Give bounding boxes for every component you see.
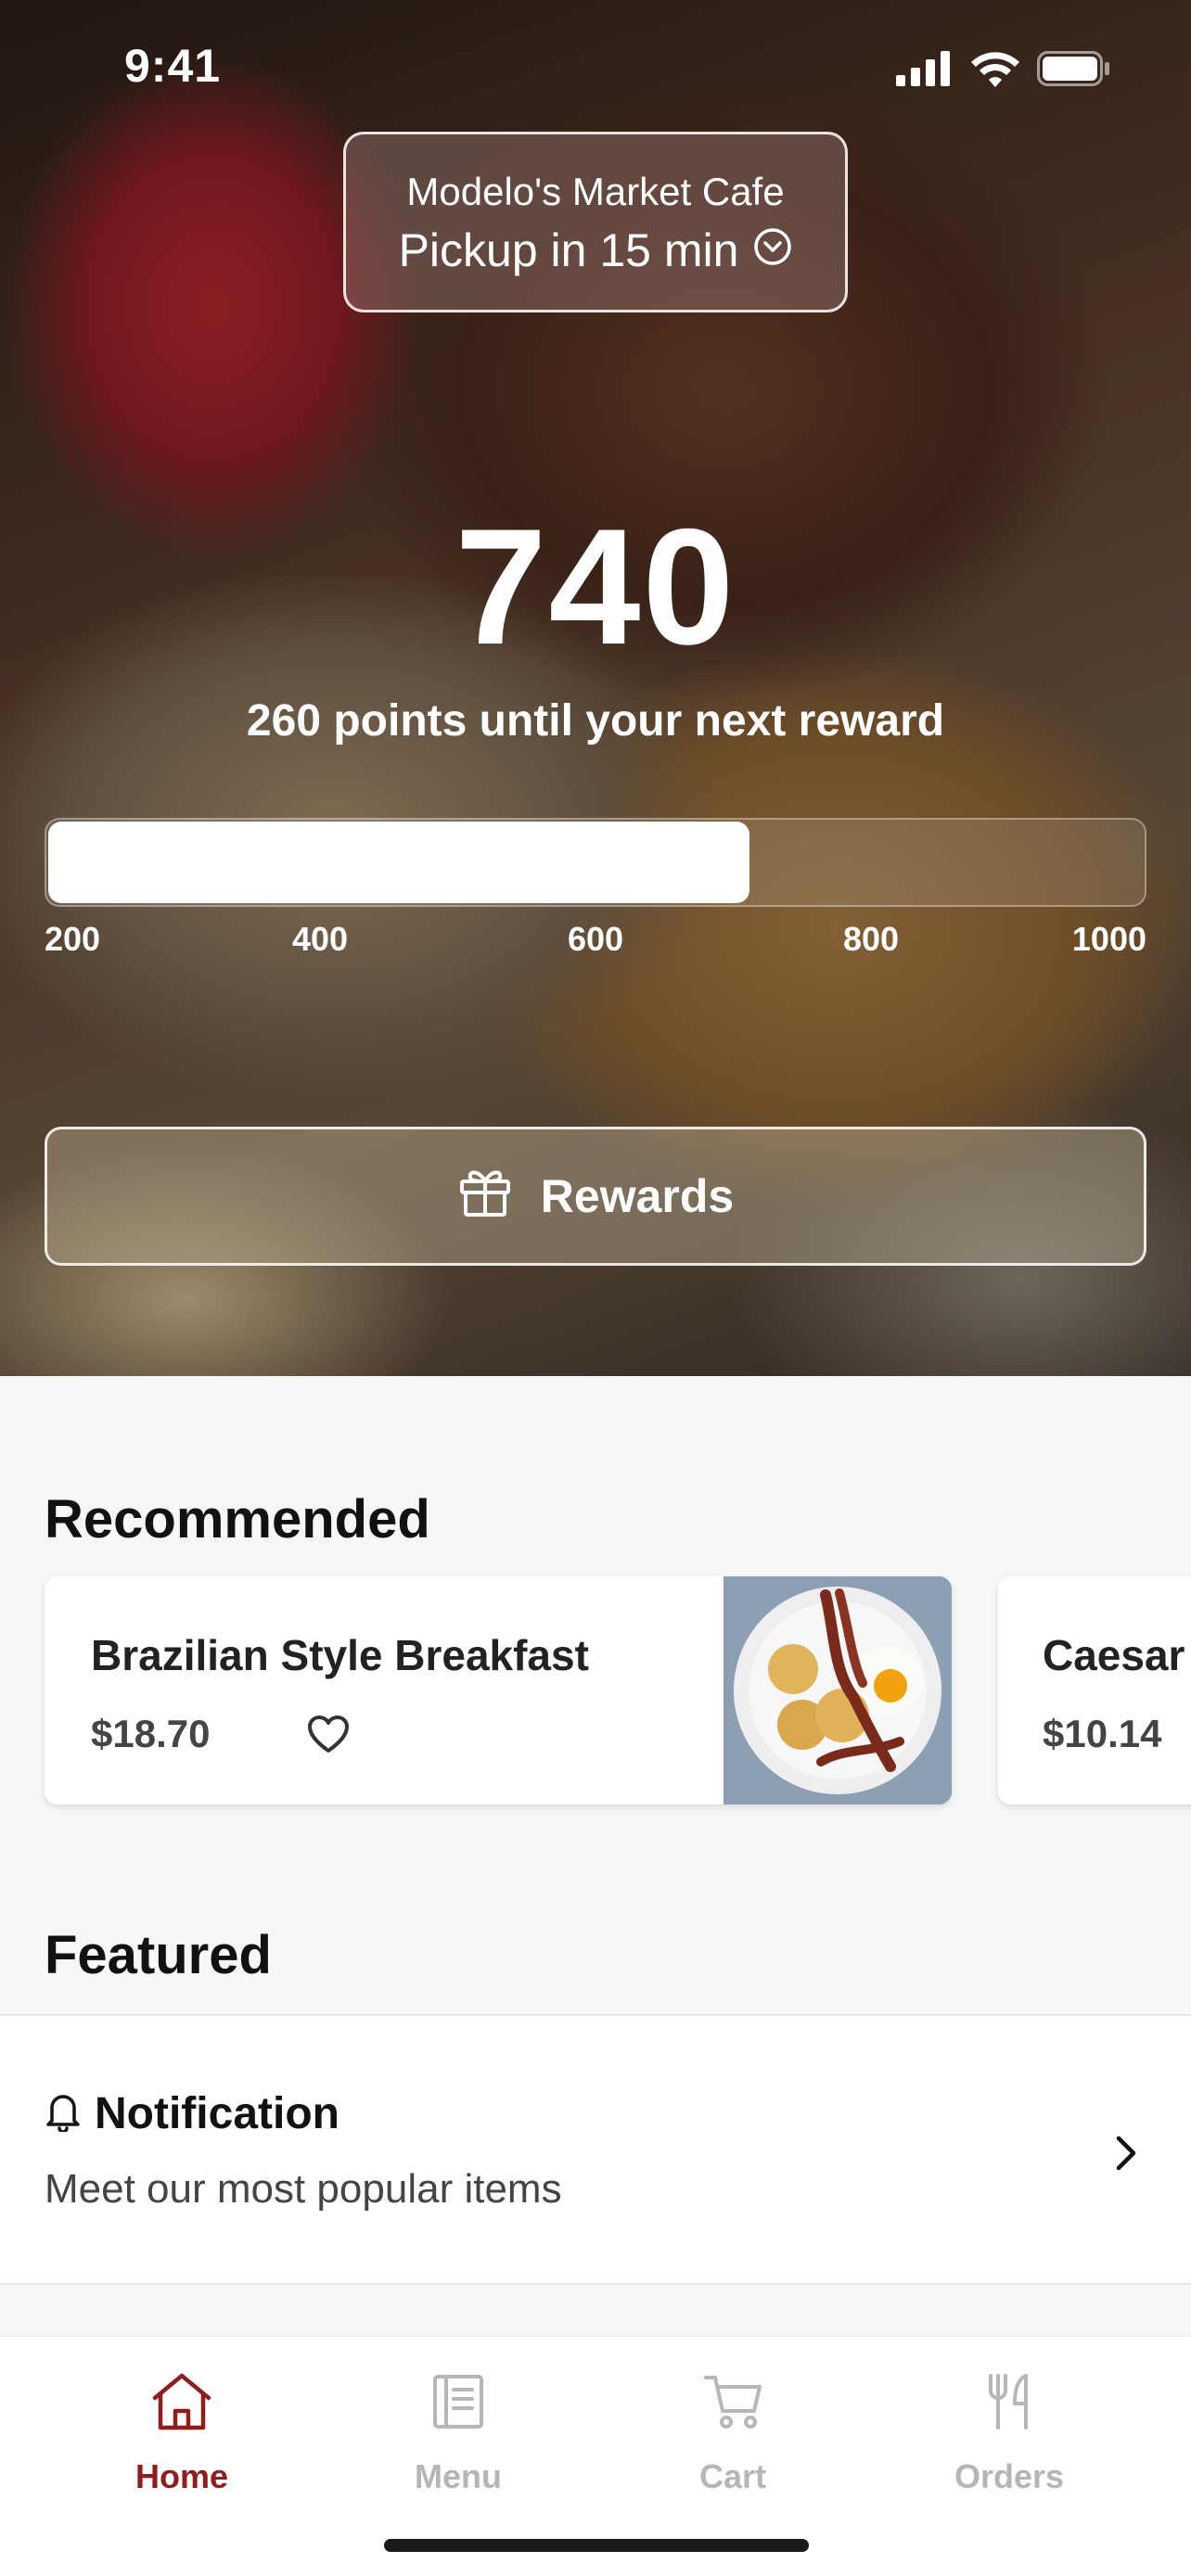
tab-label: Home: [134, 2457, 229, 2495]
points-balance: 740: [455, 494, 736, 679]
menu-book-icon: [365, 2365, 551, 2439]
battery-icon: [1037, 51, 1111, 91]
recommended-card[interactable]: Brazilian Style Breakfast $18.70: [45, 1576, 952, 1804]
progress-tick-labels: 200 400 600 800 1000: [45, 920, 1146, 966]
progress-tick-label: 800: [842, 920, 900, 958]
gift-icon: [457, 1163, 513, 1230]
featured-heading: Featured: [45, 1925, 272, 1985]
progress-tick-label: 1000: [1071, 920, 1146, 958]
tab-cart[interactable]: Cart: [640, 2365, 826, 2496]
store-selector[interactable]: Modelo's Market Cafe Pickup in 15 min: [343, 132, 848, 312]
rewards-button-label: Rewards: [540, 1170, 735, 1222]
featured-row-title: Notification: [95, 2089, 339, 2138]
rewards-progress-bar: [45, 818, 1146, 907]
recommended-heading: Recommended: [45, 1489, 430, 1549]
chevron-down-circle-icon: [753, 223, 792, 277]
featured-row-subtitle: Meet our most popular items: [45, 2166, 562, 2212]
item-price: $18.70: [91, 1712, 211, 1755]
app-screen: 9:41 Modelo's Market Cafe Pickup in 15 m…: [0, 0, 1191, 2576]
tab-home[interactable]: Home: [89, 2365, 275, 2496]
hero-banner: 9:41 Modelo's Market Cafe Pickup in 15 m…: [0, 0, 1191, 1376]
item-photo: [724, 1576, 952, 1804]
item-name: Caesar: [1043, 1631, 1185, 1679]
featured-notification-row[interactable]: Notification Meet our most popular items: [0, 2014, 1191, 2285]
bell-icon: [45, 2091, 82, 2136]
tab-label: Cart: [698, 2457, 767, 2495]
tab-menu[interactable]: Menu: [365, 2365, 551, 2496]
cart-icon: [640, 2365, 826, 2439]
wifi-icon: [970, 50, 1020, 92]
status-bar: 9:41: [0, 0, 1191, 130]
rewards-progress-fill: [48, 822, 749, 903]
progress-tick-label: 200: [45, 920, 101, 958]
favorite-heart-icon[interactable]: [306, 1714, 351, 1759]
item-price: $10.14: [1043, 1712, 1162, 1755]
points-caption: 260 points until your next reward: [246, 696, 945, 746]
item-name: Brazilian Style Breakfast: [91, 1631, 589, 1679]
tab-label: Orders: [954, 2457, 1065, 2495]
home-icon: [89, 2365, 275, 2439]
status-time: 9:41: [124, 40, 222, 92]
fork-knife-icon: [916, 2365, 1102, 2439]
tab-label: Menu: [415, 2457, 502, 2495]
home-indicator: [384, 2539, 809, 2552]
progress-tick-label: 400: [291, 920, 349, 958]
cellular-signal-icon: [896, 51, 954, 91]
tab-orders[interactable]: Orders: [916, 2365, 1102, 2496]
chevron-right-icon: [1111, 2133, 1139, 2178]
pickup-time: Pickup in 15 min: [398, 224, 739, 276]
recommended-card[interactable]: Caesar $10.14: [998, 1576, 1191, 1804]
store-name: Modelo's Market Cafe: [406, 170, 785, 213]
rewards-button[interactable]: Rewards: [45, 1127, 1146, 1266]
progress-tick-label: 600: [567, 920, 624, 958]
